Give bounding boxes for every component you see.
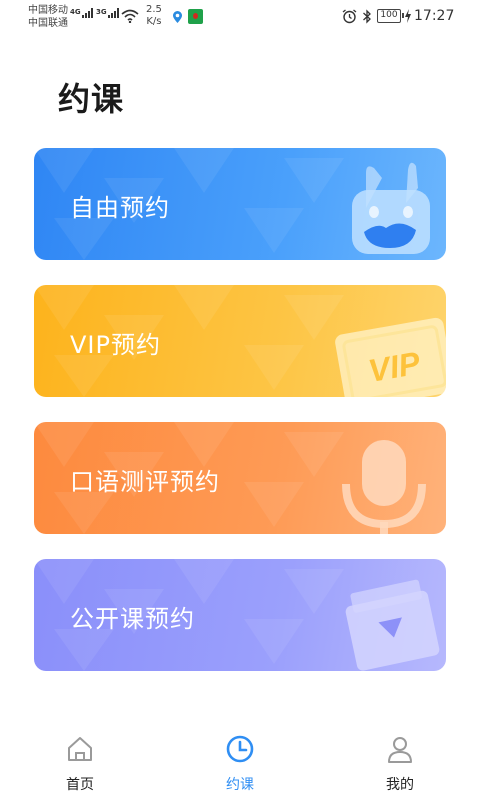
rabbit-mascot-icon [352, 162, 430, 254]
free-booking-card[interactable]: 自由预约 [34, 148, 446, 260]
public-class-label: 公开课预约 [70, 605, 195, 633]
speed-value: 2.5 [146, 4, 162, 15]
vip-booking-card[interactable]: VIP预约 VIP [34, 285, 446, 397]
status-bar: 中国移动 中国联通 4G 3G 2.5 K/s 100 17:27 [0, 0, 480, 34]
battery-icon: 100 [377, 9, 404, 23]
bottom-nav: 首页 约课 我的 [0, 722, 480, 800]
signal-icon-2: 3G [96, 8, 119, 18]
user-icon [388, 737, 412, 763]
app-notification-icon [188, 9, 203, 24]
video-folder-icon [345, 579, 440, 671]
page-title: 约课 [58, 80, 125, 118]
nav-mine[interactable]: 我的 [350, 722, 450, 800]
nav-booking-label: 约课 [226, 777, 254, 793]
alarm-icon [342, 9, 357, 24]
carrier-name-1: 中国移动 [28, 5, 68, 16]
oral-assessment-label: 口语测评预约 [70, 468, 220, 496]
nav-mine-label: 我的 [386, 777, 414, 793]
free-booking-label: 自由预约 [70, 194, 170, 222]
public-class-card[interactable]: 公开课预约 [34, 559, 446, 671]
carrier-name-2: 中国联通 [28, 18, 68, 29]
home-icon [68, 737, 92, 761]
charging-icon [405, 9, 411, 23]
clock-icon [226, 735, 254, 763]
vip-card-icon: VIP [335, 317, 446, 397]
location-icon [173, 11, 182, 23]
signal-icon: 4G [70, 8, 93, 18]
oral-assessment-card[interactable]: 口语测评预约 [34, 422, 446, 534]
carrier-info: 中国移动 中国联通 [28, 4, 68, 30]
microphone-icon [342, 440, 426, 534]
network-type-1: 4G [70, 8, 81, 16]
speed-unit: K/s [146, 16, 162, 27]
bluetooth-icon [363, 9, 371, 24]
nav-home-label: 首页 [66, 777, 94, 793]
nav-home[interactable]: 首页 [30, 722, 130, 800]
nav-booking[interactable]: 约课 [190, 722, 290, 800]
vip-booking-label: VIP预约 [70, 331, 161, 359]
network-speed: 2.5 K/s [146, 4, 162, 28]
status-time: 17:27 [414, 8, 455, 24]
network-type-2: 3G [96, 8, 107, 16]
wifi-icon [121, 9, 139, 23]
